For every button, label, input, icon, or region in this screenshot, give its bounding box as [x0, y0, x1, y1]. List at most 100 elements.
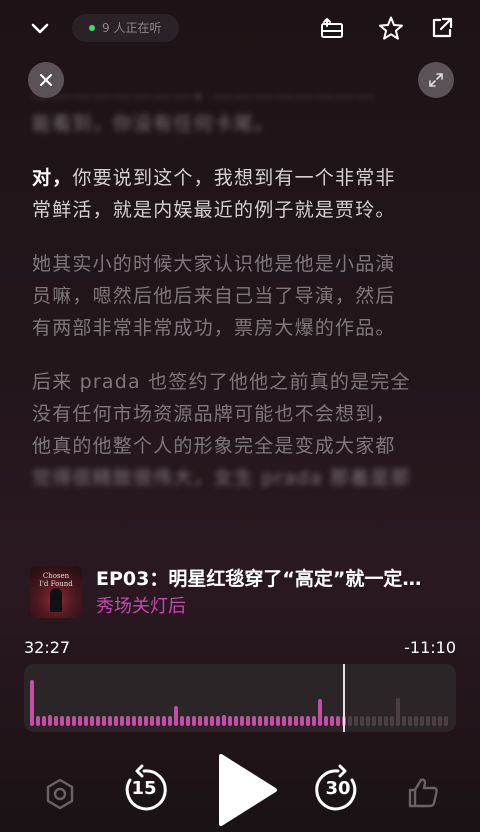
waveform-bar — [222, 715, 226, 726]
cover-figure — [50, 588, 62, 612]
cover-text: Chosen I'd Found — [39, 572, 73, 588]
transcript-line: 没有任何市场资源品牌可能也不会想到， — [32, 403, 396, 425]
waveform-bar — [396, 698, 400, 726]
waveform-bar — [66, 716, 70, 726]
waveform-bar — [438, 716, 442, 726]
transcript-line: 员嘛，嗯然后他后来自己当了导演，然后 — [32, 285, 396, 307]
show-name[interactable]: 秀场关灯后 — [96, 594, 186, 620]
waveform-bar — [90, 716, 94, 726]
waveform-bar — [282, 716, 286, 726]
playhead[interactable] — [343, 664, 345, 732]
waveform-bar — [288, 716, 292, 726]
waveform-bar — [258, 716, 262, 726]
waveform-bar — [372, 716, 376, 726]
waveform-bar — [114, 716, 118, 726]
waveform-bar — [120, 716, 124, 726]
chevron-down-icon[interactable] — [22, 10, 58, 46]
podcast-cover[interactable]: Chosen I'd Found — [30, 566, 82, 618]
waveform-bar — [144, 716, 148, 726]
waveform-bar — [444, 716, 448, 726]
waveform-bar — [204, 716, 208, 726]
waveform-bar — [72, 716, 76, 726]
thumbs-up-icon[interactable] — [402, 772, 444, 814]
waveform-bar — [168, 716, 172, 726]
waveform-bar — [48, 715, 52, 726]
waveform-bar — [174, 706, 178, 726]
star-icon[interactable] — [373, 10, 409, 46]
waveform-bar — [330, 716, 334, 726]
waveform-bar — [402, 716, 406, 726]
transcript-line: 你要说到这个，我想到有一个非常非 — [72, 167, 396, 189]
waveform-bar — [426, 716, 430, 726]
transcript-paragraph[interactable]: 后来 prada 也签约了他他之前真的是完全 没有任何市场资源品牌可能也不会想到… — [32, 366, 452, 494]
transcript-paragraph[interactable]: 她其实小的时候大家认识他是他是小品演 员嘛，嗯然后他后来自己当了导演，然后 有两… — [32, 248, 452, 344]
waveform-bar — [378, 716, 382, 726]
tray-icon[interactable] — [314, 10, 350, 46]
skip-back-button[interactable]: 15 — [118, 764, 170, 816]
waveform-bar — [156, 716, 160, 726]
waveform-bar — [186, 716, 190, 726]
top-bar: 9 人正在听 — [0, 0, 480, 56]
transcript-line: 后来 prada 也签约了他他之前真的是完全 — [32, 371, 411, 393]
expand-icon[interactable] — [418, 62, 454, 98]
waveform-bar — [240, 716, 244, 726]
waveform-bar — [360, 716, 364, 726]
listeners-badge: 9 人正在听 — [72, 14, 180, 42]
current-paragraph[interactable]: 对，你要说到这个，我想到有一个非常非 常鲜活，就是内娱最近的例子就是贾玲。 — [32, 162, 452, 226]
waveform-bar — [108, 716, 112, 726]
waveform-bar — [228, 716, 232, 726]
transcript-line: 能看到，你没有任何卡尾。 — [32, 113, 275, 135]
skip-forward-label: 30 — [325, 778, 351, 799]
playback-controls: 15 30 — [0, 752, 480, 832]
waveform-bar — [270, 716, 274, 726]
skip-back-label: 15 — [131, 778, 157, 799]
waveform-bar — [354, 716, 358, 726]
live-dot-icon — [89, 25, 95, 31]
transcript-line: 觉得很精致很伟大，女生 prada 那着是那 — [32, 467, 411, 489]
waveform-bar — [60, 716, 64, 726]
waveform-bar — [432, 716, 436, 726]
transcript-line: 他真的他整个人的形象完全是变成大家都 — [32, 435, 396, 457]
waveform-bar — [162, 716, 166, 726]
waveform-bar — [96, 716, 100, 726]
waveform-bar — [42, 716, 46, 726]
waveform-bar — [192, 716, 196, 726]
waveform-bar — [84, 716, 88, 726]
waveform-scrubber[interactable] — [24, 664, 456, 732]
waveform-bar — [36, 716, 40, 726]
waveform-bar — [126, 716, 130, 726]
elapsed-time: 32:27 — [24, 638, 71, 657]
waveform-bar — [408, 716, 412, 726]
waveform-bar — [246, 716, 250, 726]
current-word: 对， — [32, 167, 73, 189]
waveform-bar — [150, 716, 154, 726]
waveform-bar — [300, 716, 304, 726]
episode-info[interactable]: Chosen I'd Found EP03：明星红毯穿了“高定”就一定… 秀场关… — [30, 564, 460, 620]
waveform-bar — [198, 716, 202, 726]
waveform-bar — [30, 680, 34, 726]
waveform-bar — [312, 716, 316, 726]
waveform-bar — [180, 716, 184, 726]
transcript-line: 常鲜活，就是内娱最近的例子就是贾玲。 — [32, 199, 396, 221]
share-icon[interactable] — [424, 10, 460, 46]
skip-forward-button[interactable]: 30 — [312, 764, 364, 816]
waveform-bar — [102, 716, 106, 726]
transcript-line: 有两部非常非常成功，票房大爆的作品。 — [32, 317, 396, 339]
episode-title[interactable]: EP03：明星红毯穿了“高定”就一定… — [96, 566, 460, 592]
waveform-bar — [234, 716, 238, 726]
transcript: ……………………，…………………… 能看到，你没有任何卡尾。 对，你要说到这个，… — [32, 56, 452, 516]
waveform-bar — [390, 716, 394, 726]
waveform-bar — [54, 716, 58, 726]
close-icon[interactable] — [28, 62, 64, 98]
remaining-time: -11:10 — [404, 638, 456, 657]
waveform-bar — [78, 716, 82, 726]
listeners-count: 9 人正在听 — [102, 21, 162, 35]
waveform-bar — [264, 716, 268, 726]
transcript-line: ……………………，…………………… — [32, 81, 376, 103]
waveform-bar — [294, 716, 298, 726]
settings-hex-icon[interactable] — [40, 774, 80, 814]
waveform-bar — [420, 716, 424, 726]
waveform-bar — [336, 716, 340, 726]
play-button[interactable] — [212, 752, 280, 828]
waveform-bar — [132, 716, 136, 726]
